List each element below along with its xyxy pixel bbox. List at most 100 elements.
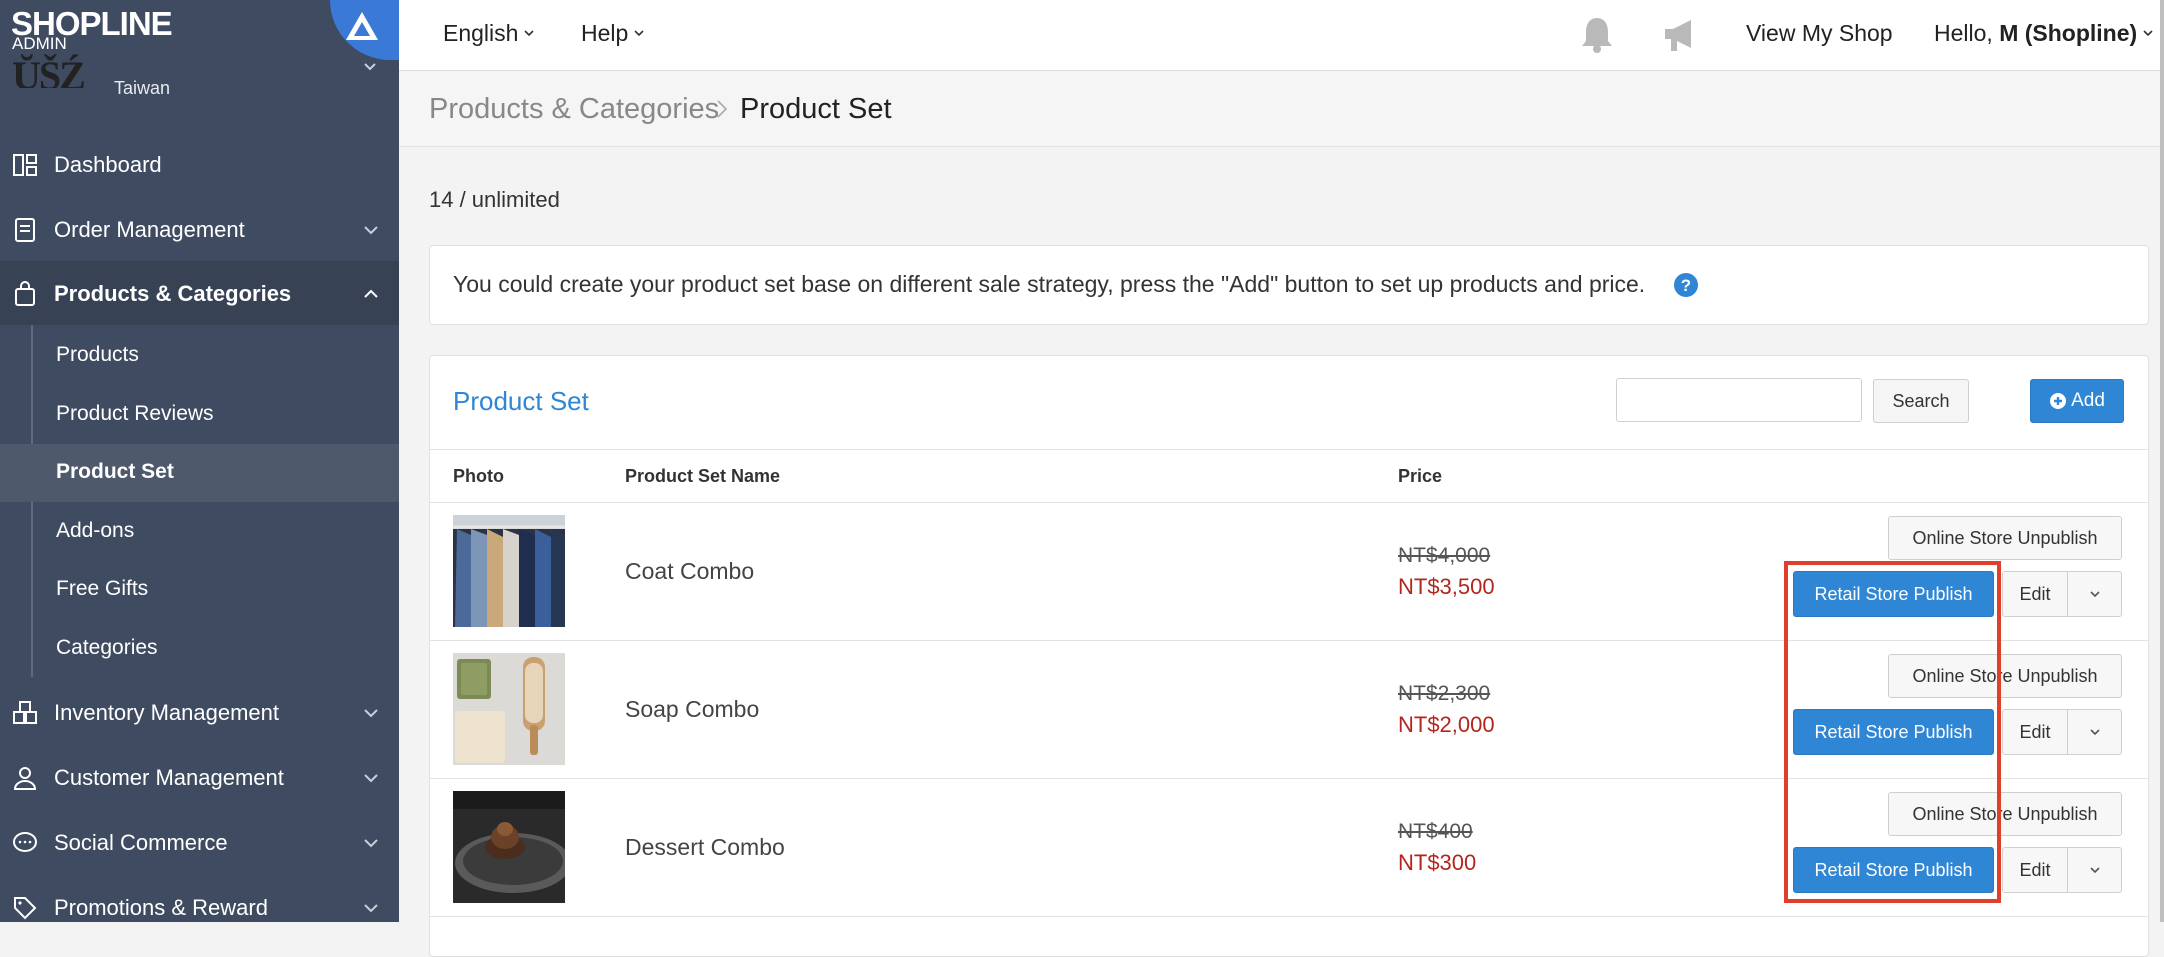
edit-button[interactable]: Edit: [2002, 847, 2068, 893]
chevron-down-icon: [2089, 591, 2100, 598]
svg-text:?: ?: [1681, 276, 1691, 295]
sidebar-subitem-product-reviews[interactable]: Product Reviews: [0, 386, 399, 444]
sidebar-item-inventory-management[interactable]: Inventory Management: [0, 680, 399, 744]
panel-title: Product Set: [453, 386, 589, 416]
sidebar-item-label: Dashboard: [54, 152, 162, 177]
search-input[interactable]: [1616, 378, 1862, 422]
plus-circle-icon: [2050, 393, 2067, 409]
add-label: Add: [2071, 390, 2105, 411]
sidebar-item-customer-management[interactable]: Customer Management: [0, 745, 399, 809]
table-header: Photo Product Set Name Price: [430, 449, 2148, 503]
user-icon: [13, 767, 37, 790]
sidebar-item-label: Order Management: [54, 217, 245, 242]
original-price: NT$400: [1398, 820, 1473, 843]
sidebar-item-social-commerce[interactable]: Social Commerce: [0, 810, 399, 874]
sale-price: NT$2,000: [1398, 712, 1495, 737]
retail-store-publish-button[interactable]: Retail Store Publish: [1793, 847, 1994, 893]
original-price: NT$4,000: [1398, 544, 1491, 567]
chevron-down-icon: [364, 709, 378, 718]
sidebar-subitem-free-gifts[interactable]: Free Gifts: [0, 561, 399, 619]
column-header-price: Price: [1398, 466, 1443, 486]
window-edge: [2160, 0, 2164, 922]
retail-store-publish-button[interactable]: Retail Store Publish: [1793, 709, 1994, 755]
search-button[interactable]: Search: [1873, 379, 1969, 423]
product-photo-soap[interactable]: [453, 653, 565, 765]
chevron-down-icon: [2089, 867, 2100, 874]
user-name: M (Shopline): [1999, 20, 2138, 46]
bell-icon[interactable]: [1579, 14, 1615, 54]
column-header-photo: Photo: [453, 466, 504, 486]
breadcrumb: Products & Categories Product Set: [399, 71, 2164, 147]
sidebar-subitem-add-ons[interactable]: Add-ons: [0, 503, 399, 561]
sidebar-item-dashboard[interactable]: Dashboard: [0, 132, 399, 196]
topbar: English Help View My Shop Hello, M (Shop…: [399, 0, 2164, 71]
sidebar-item-label: Products & Categories: [54, 281, 292, 306]
sidebar-subitem-label: Product Reviews: [56, 402, 214, 425]
sidebar-item-label: Customer Management: [54, 765, 284, 790]
product-set-name: Soap Combo: [625, 696, 760, 722]
sidebar-item-label: Promotions & Reward: [54, 895, 268, 920]
add-button[interactable]: Add: [2030, 379, 2124, 423]
product-set-panel: Product Set Search Add Photo Product Set…: [429, 355, 2149, 957]
chevron-right-icon: [717, 100, 728, 118]
sidebar-subitem-label: Products: [56, 343, 139, 366]
sidebar-subitem-categories[interactable]: Categories: [0, 620, 399, 678]
edit-button[interactable]: Edit: [2002, 709, 2068, 755]
store-switcher-badge[interactable]: [330, 0, 399, 60]
online-store-unpublish-button[interactable]: Online Store Unpublish: [1888, 516, 2122, 560]
help-dropdown[interactable]: Help: [581, 20, 644, 47]
language-label: English: [443, 20, 519, 46]
more-actions-dropdown[interactable]: [2067, 571, 2122, 617]
hello-label: Hello,: [1934, 20, 1993, 46]
chevron-down-icon: [2143, 30, 2153, 37]
language-dropdown[interactable]: English: [443, 20, 535, 47]
inventory-icon: [13, 701, 37, 724]
retail-store-publish-button[interactable]: Retail Store Publish: [1793, 571, 1994, 617]
table-row: Soap Combo NT$2,300 NT$2,000 Online Stor…: [430, 640, 2148, 779]
sidebar-item-products-categories[interactable]: Products & Categories: [0, 261, 399, 325]
tag-icon: [14, 897, 37, 920]
help-label: Help: [581, 20, 629, 46]
sidebar-subitem-label: Free Gifts: [56, 577, 149, 600]
online-store-unpublish-button[interactable]: Online Store Unpublish: [1888, 654, 2122, 698]
shopping-bag-icon: [15, 281, 35, 306]
product-photo-dessert[interactable]: [453, 791, 565, 903]
user-menu[interactable]: Hello, M (Shopline): [1934, 20, 2153, 47]
sidebar-subitem-products[interactable]: Products: [0, 327, 399, 385]
chevron-up-icon: [364, 289, 378, 298]
store-logo: ŬŠŹ: [12, 53, 84, 88]
chevron-down-icon: [634, 30, 644, 37]
dashboard-icon: [13, 154, 37, 176]
sale-price: NT$3,500: [1398, 574, 1495, 599]
megaphone-icon[interactable]: [1661, 15, 1701, 55]
chevron-down-icon: [364, 839, 378, 848]
store-region: Taiwan: [114, 78, 171, 98]
sidebar-item-order-management[interactable]: Order Management: [0, 197, 399, 261]
edit-button[interactable]: Edit: [2002, 571, 2068, 617]
breadcrumb-parent-link[interactable]: Products & Categories: [429, 93, 719, 126]
chevron-down-icon: [364, 904, 378, 913]
chevron-down-icon[interactable]: [362, 58, 378, 74]
logo-block: SHOPLINE ADMIN ŬŠŹ Taiwan: [0, 0, 399, 110]
sidebar-item-promotions-reward[interactable]: Promotions & Reward: [0, 875, 399, 922]
info-text: You could create your product set base o…: [453, 271, 1646, 297]
question-circle-icon[interactable]: ?: [1673, 272, 1699, 298]
more-actions-dropdown[interactable]: [2067, 847, 2122, 893]
view-my-shop-link[interactable]: View My Shop: [1746, 20, 1893, 47]
more-actions-dropdown[interactable]: [2067, 709, 2122, 755]
chevron-down-icon: [524, 30, 535, 37]
triangle-logo-icon: [346, 12, 378, 40]
quota-count: 14 / unlimited: [429, 187, 560, 212]
online-store-unpublish-button[interactable]: Online Store Unpublish: [1888, 792, 2122, 836]
info-box: You could create your product set base o…: [429, 245, 2149, 325]
sidebar-subitem-label: Add-ons: [56, 519, 135, 542]
product-photo-coats[interactable]: [453, 515, 565, 627]
chevron-down-icon: [2089, 729, 2100, 736]
sidebar: SHOPLINE ADMIN ŬŠŹ Taiwan Dashboard Orde…: [0, 0, 399, 922]
sidebar-item-label: Inventory Management: [54, 700, 280, 725]
original-price: NT$2,300: [1398, 682, 1491, 705]
chevron-down-icon: [364, 226, 378, 235]
sidebar-subitem-product-set[interactable]: Product Set: [0, 444, 399, 502]
page-title: Product Set: [740, 93, 892, 125]
chat-icon: [13, 832, 37, 852]
